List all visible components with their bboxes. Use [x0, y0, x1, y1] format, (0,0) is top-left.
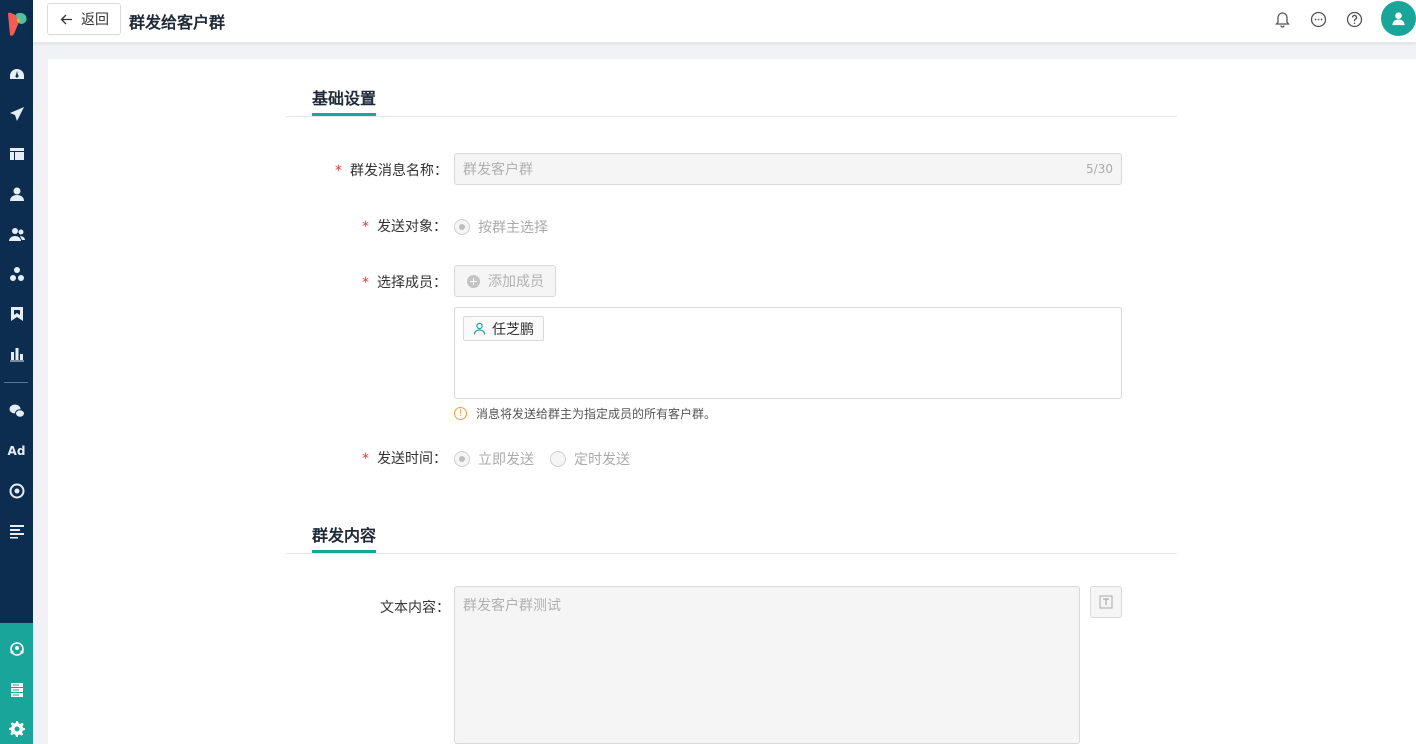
- back-button[interactable]: 返回: [47, 3, 121, 35]
- target-icon[interactable]: [0, 476, 33, 506]
- text-content-textarea[interactable]: 群发客户群测试: [454, 586, 1080, 744]
- text-format-button[interactable]: [1090, 586, 1122, 618]
- name-label: * 群发消息名称：: [335, 163, 448, 179]
- message-name-value: 群发客户群: [463, 162, 533, 178]
- back-label: 返回: [81, 12, 109, 28]
- section-title-content: 群发内容: [312, 526, 377, 545]
- char-count: 5/30: [1086, 162, 1113, 176]
- group-icon[interactable]: [0, 634, 33, 664]
- list-icon[interactable]: [0, 516, 33, 546]
- arrow-left-icon: [60, 14, 72, 24]
- member-name: 任芝鹏: [492, 321, 534, 338]
- settings-icon[interactable]: [0, 714, 33, 744]
- member-list-box: 任芝鹏: [454, 307, 1122, 399]
- send-time-label: * 发送时间：: [362, 451, 447, 467]
- plus-circle-icon: +: [467, 274, 480, 288]
- add-member-label: 添加成员: [488, 274, 544, 290]
- target-radio-owner[interactable]: [454, 219, 470, 235]
- org-icon[interactable]: [0, 259, 33, 289]
- sidebar-divider: [4, 382, 28, 383]
- main-panel: 基础设置 * 群发消息名称： 群发客户群 5/30 * 发送对象： 按群主选择 * 选…: [48, 59, 1416, 744]
- sidebar: Ad: [0, 0, 33, 744]
- add-member-button[interactable]: + 添加成员: [454, 265, 556, 297]
- section-divider: [286, 553, 1177, 554]
- member-label: * 选择成员：: [362, 275, 447, 291]
- ad-icon[interactable]: Ad: [0, 436, 33, 466]
- avatar[interactable]: [1381, 1, 1416, 36]
- member-hint: ! 消息将发送给群主为指定成员的所有客户群。: [454, 405, 716, 422]
- scheduled-send-label: 定时发送: [574, 452, 630, 468]
- chart-icon[interactable]: [0, 339, 33, 369]
- message-icon[interactable]: [1308, 9, 1328, 29]
- text-content-label: 文本内容：: [380, 600, 450, 616]
- section-divider: [286, 116, 1177, 117]
- required-mark: *: [362, 219, 369, 235]
- wechat-icon[interactable]: [0, 396, 33, 426]
- target-radio-group: 按群主选择: [454, 217, 548, 237]
- message-name-input[interactable]: 群发客户群 5/30: [454, 153, 1122, 185]
- app-logo-icon[interactable]: [4, 10, 30, 38]
- users-icon[interactable]: [0, 219, 33, 249]
- top-header: 返回 群发给客户群: [33, 0, 1416, 43]
- send-now-radio[interactable]: [454, 451, 470, 467]
- info-icon: !: [454, 407, 467, 420]
- user-outline-icon: [473, 322, 486, 335]
- send-icon[interactable]: [0, 99, 33, 129]
- send-now-label: 立即发送: [478, 452, 534, 468]
- hint-text: 消息将发送给群主为指定成员的所有客户群。: [476, 407, 717, 421]
- target-label: * 发送对象：: [362, 219, 447, 235]
- member-tag[interactable]: 任芝鹏: [463, 316, 544, 341]
- server-icon[interactable]: [0, 675, 33, 705]
- user-icon[interactable]: [0, 179, 33, 209]
- required-mark: *: [362, 275, 369, 291]
- ad-label: Ad: [7, 444, 26, 458]
- help-icon[interactable]: [1344, 9, 1364, 29]
- text-format-icon: [1099, 595, 1113, 609]
- required-mark: *: [335, 163, 342, 179]
- required-mark: *: [362, 451, 369, 467]
- user-avatar-icon: [1392, 12, 1405, 26]
- bell-icon[interactable]: [1272, 9, 1292, 29]
- target-option-label: 按群主选择: [478, 220, 548, 236]
- send-time-radio-group: 立即发送 定时发送: [454, 449, 630, 469]
- dashboard-icon[interactable]: [0, 59, 33, 89]
- scheduled-send-radio[interactable]: [550, 451, 566, 467]
- table-icon[interactable]: [0, 139, 33, 169]
- section-title-basic: 基础设置: [312, 89, 377, 108]
- page-title: 群发给客户群: [129, 13, 226, 32]
- bookmark-icon[interactable]: [0, 299, 33, 329]
